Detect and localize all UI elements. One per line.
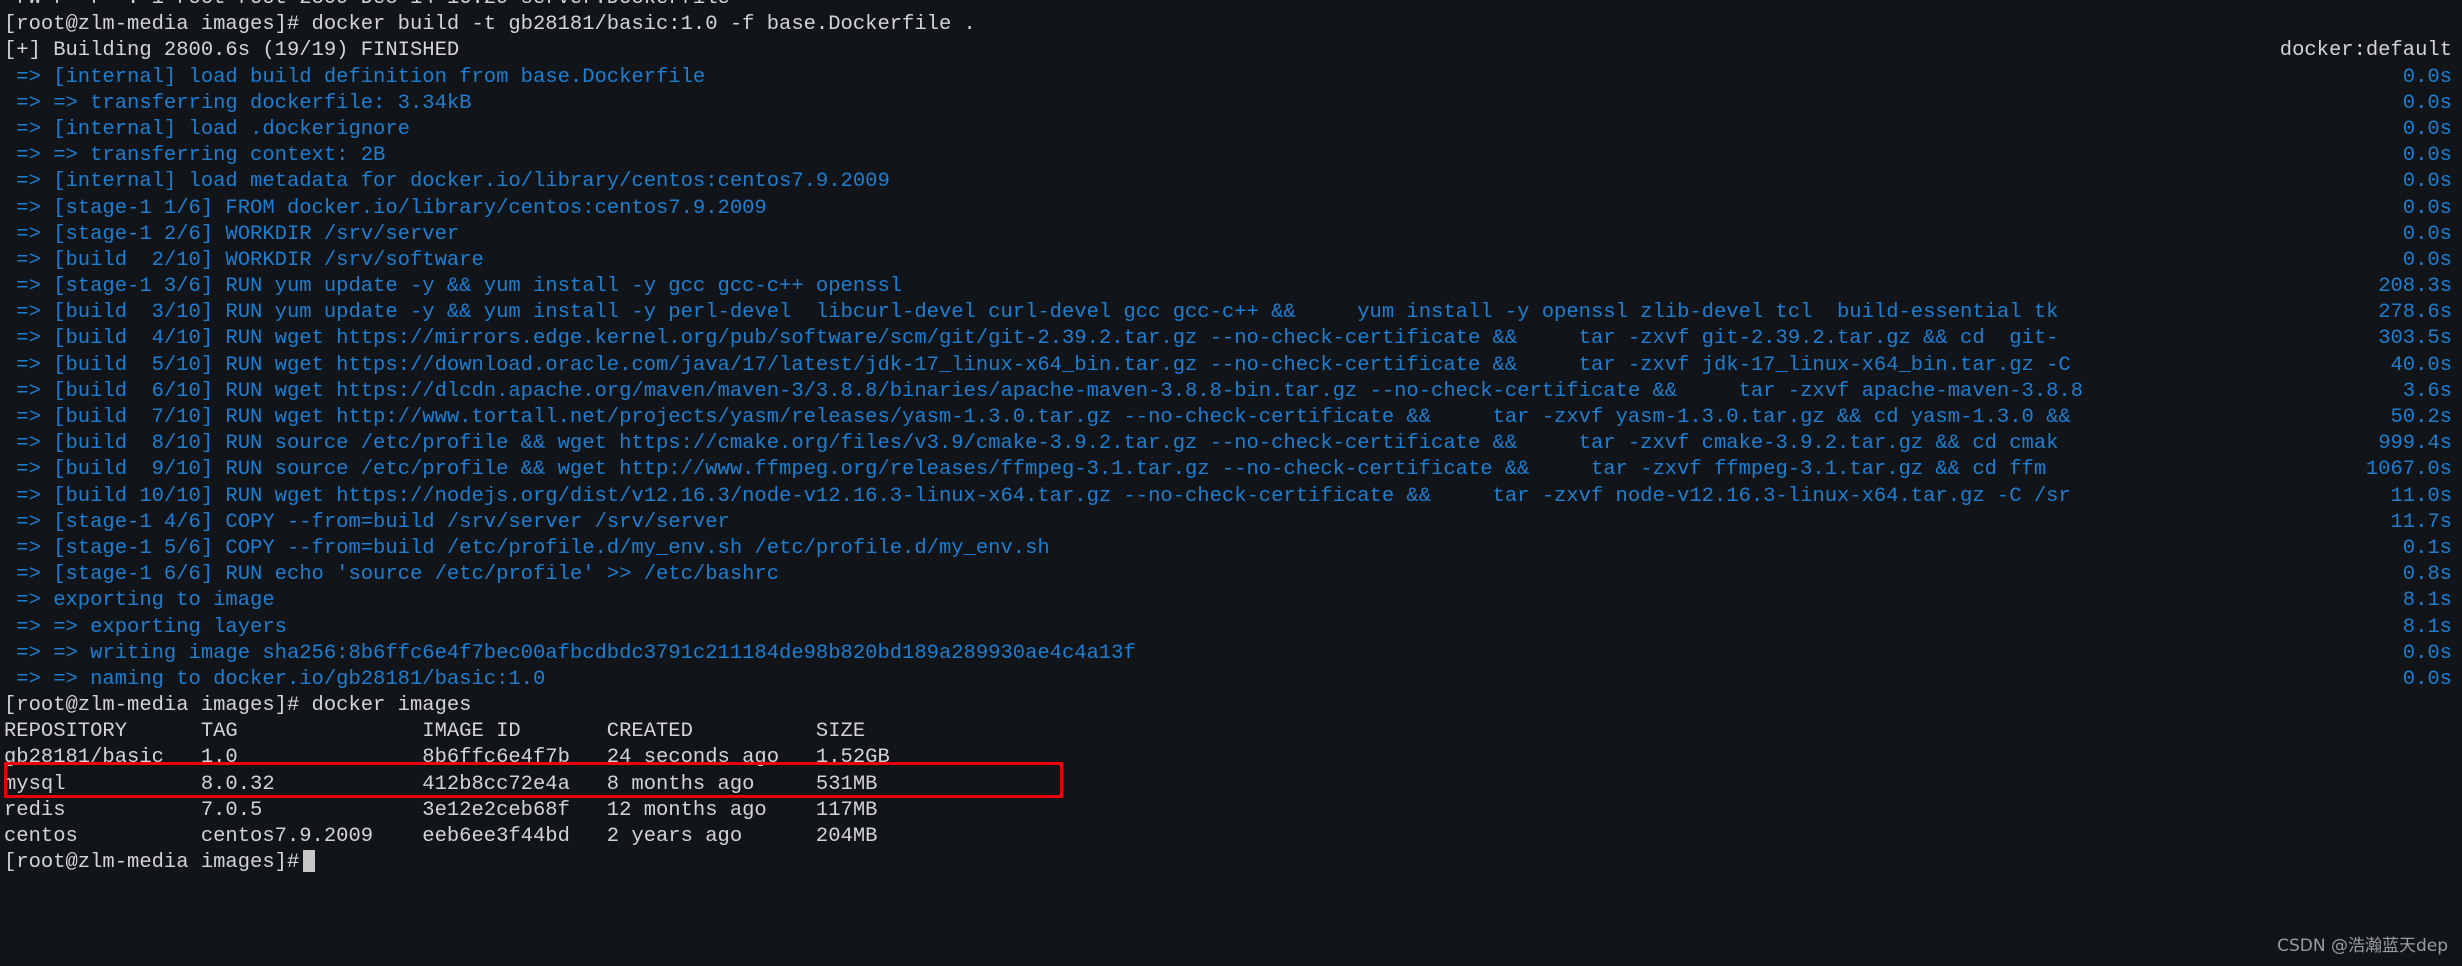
build-step-line: => [internal] load .dockerignore 0.0s — [4, 117, 2452, 143]
image-row: centos centos7.9.2009 eeb6ee3f44bd 2 yea… — [4, 824, 2452, 850]
build-step-line: => => naming to docker.io/gb28181/basic:… — [4, 667, 2452, 693]
image-row-text: centos centos7.9.2009 eeb6ee3f44bd 2 yea… — [4, 825, 878, 848]
builder-name: docker:default — [2279, 39, 2452, 63]
build-step-time: 50.2s — [2390, 406, 2452, 429]
build-step-time: 11.7s — [2390, 510, 2452, 534]
build-step-time: 0.8s — [2402, 563, 2452, 587]
build-step-text: => [stage-1 1/6] FROM docker.io/library/… — [4, 196, 767, 220]
build-step-line: => => exporting layers 8.1s — [4, 615, 2452, 641]
build-step-time: 3.6s — [2402, 379, 2452, 403]
build-step-time: 11.0s — [2390, 484, 2452, 508]
images-table-header: REPOSITORY TAG IMAGE ID CREATED SIZE — [4, 719, 2452, 745]
build-step-text: => [build 7/10] RUN wget http://www.tort… — [4, 406, 2071, 429]
build-step-time: 0.0s — [2402, 641, 2452, 665]
prompt-line[interactable]: [root@zlm-media images]# — [4, 850, 2452, 876]
build-step-time: 40.0s — [2390, 353, 2452, 377]
build-step-text: => exporting to image — [4, 589, 275, 613]
build-step-line: => [stage-1 1/6] FROM docker.io/library/… — [4, 196, 2452, 222]
images-command: [root@zlm-media images]# docker images — [4, 694, 472, 718]
build-step-line: => [internal] load metadata for docker.i… — [4, 169, 2452, 195]
build-step-line: => [build 7/10] RUN wget http://www.tort… — [4, 405, 2452, 431]
watermark: CSDN @浩瀚蓝天dep — [2277, 936, 2448, 956]
build-step-time: 0.0s — [2402, 144, 2452, 168]
build-step-line: => [build 2/10] WORKDIR /srv/software 0.0… — [4, 248, 2452, 274]
build-step-time: 0.0s — [2402, 667, 2452, 691]
highlight-box — [4, 762, 1063, 798]
build-step-time: 0.0s — [2402, 196, 2452, 220]
build-step-line: => [build 4/10] RUN wget https://mirrors… — [4, 326, 2452, 352]
build-step-text: => [build 5/10] RUN wget https://downloa… — [4, 353, 2071, 377]
build-step-time: 0.0s — [2402, 65, 2452, 89]
build-step-text: => [build 3/10] RUN yum update -y && yum… — [4, 301, 2059, 325]
build-step-text: => => naming to docker.io/gb28181/basic:… — [4, 667, 546, 691]
build-step-time: 0.1s — [2402, 536, 2452, 560]
build-step-text: => [internal] load .dockerignore — [4, 117, 410, 141]
build-steps: => [internal] load build definition from… — [4, 65, 2452, 694]
build-step-line: => [stage-1 5/6] COPY --from=build /etc/… — [4, 536, 2452, 562]
build-step-text: => [stage-1 2/6] WORKDIR /srv/server — [4, 222, 460, 246]
build-step-time: 999.4s — [2378, 432, 2452, 456]
build-step-line: => [stage-1 4/6] COPY --from=build /srv/… — [4, 510, 2452, 536]
build-step-time: 208.3s — [2378, 275, 2452, 299]
build-step-line: => [build 6/10] RUN wget https://dlcdn.a… — [4, 379, 2452, 405]
build-step-text: => => transferring dockerfile: 3.34kB — [4, 91, 472, 115]
build-step-text: => [build 2/10] WORKDIR /srv/software — [4, 248, 484, 272]
previous-output-text: -rw-r--r--. 1 root root 2309 Dec 14 16:2… — [4, 0, 730, 12]
build-step-time: 1067.0s — [2365, 458, 2452, 482]
build-step-text: => [internal] load metadata for docker.i… — [4, 170, 890, 194]
previous-output-line: -rw-r--r--. 1 root root 2309 Dec 14 16:2… — [4, 0, 2452, 12]
build-command-line: [root@zlm-media images]# docker build -t… — [4, 12, 2452, 38]
build-step-text: => [build 9/10] RUN source /etc/profile … — [4, 458, 2047, 482]
image-row: redis 7.0.5 3e12e2ceb68f 12 months ago 1… — [4, 798, 2452, 824]
build-step-line: => [stage-1 2/6] WORKDIR /srv/server 0.0s — [4, 222, 2452, 248]
build-step-time: 0.0s — [2402, 91, 2452, 115]
build-status-line: [+] Building 2800.6s (19/19) FINISHED do… — [4, 38, 2452, 64]
build-step-text: => [stage-1 5/6] COPY --from=build /etc/… — [4, 536, 1050, 560]
build-step-time: 8.1s — [2402, 589, 2452, 613]
build-step-line: => [build 10/10] RUN wget https://nodejs… — [4, 484, 2452, 510]
build-step-text: => [build 4/10] RUN wget https://mirrors… — [4, 327, 2059, 351]
build-step-time: 0.0s — [2402, 170, 2452, 194]
build-step-line: => [build 5/10] RUN wget https://downloa… — [4, 353, 2452, 379]
build-step-text: => [build 6/10] RUN wget https://dlcdn.a… — [4, 379, 2084, 403]
build-step-line: => exporting to image 8.1s — [4, 588, 2452, 614]
build-step-line: => => writing image sha256:8b6ffc6e4f7be… — [4, 641, 2452, 667]
build-command: [root@zlm-media images]# docker build -t… — [4, 13, 976, 37]
build-step-text: => [stage-1 4/6] COPY --from=build /srv/… — [4, 510, 730, 534]
build-step-time: 303.5s — [2378, 327, 2452, 351]
images-header-text: REPOSITORY TAG IMAGE ID CREATED SIZE — [4, 720, 866, 744]
build-step-text: => [stage-1 3/6] RUN yum update -y && yu… — [4, 275, 903, 299]
build-step-line: => [build 8/10] RUN source /etc/profile … — [4, 431, 2452, 457]
build-step-line: => [build 9/10] RUN source /etc/profile … — [4, 457, 2452, 483]
terminal-output: -rw-r--r--. 1 root root 2309 Dec 14 16:2… — [4, 0, 2452, 876]
build-step-line: => [internal] load build definition from… — [4, 65, 2452, 91]
build-step-line: => => transferring context: 2B 0.0s — [4, 143, 2452, 169]
build-step-time: 8.1s — [2402, 615, 2452, 639]
build-step-line: => [stage-1 3/6] RUN yum update -y && yu… — [4, 274, 2452, 300]
build-step-line: => [build 3/10] RUN yum update -y && yum… — [4, 300, 2452, 326]
build-step-line: => [stage-1 6/6] RUN echo 'source /etc/p… — [4, 562, 2452, 588]
build-step-text: => [stage-1 6/6] RUN echo 'source /etc/p… — [4, 563, 780, 587]
build-step-text: => => writing image sha256:8b6ffc6e4f7be… — [4, 641, 1136, 665]
build-step-text: => [internal] load build definition from… — [4, 65, 706, 89]
build-step-line: => => transferring dockerfile: 3.34kB 0.0… — [4, 91, 2452, 117]
image-row-text: redis 7.0.5 3e12e2ceb68f 12 months ago 1… — [4, 798, 878, 822]
build-step-text: => => transferring context: 2B — [4, 144, 386, 168]
build-status: [+] Building 2800.6s (19/19) FINISHED — [4, 39, 460, 63]
shell-prompt: [root@zlm-media images]# — [4, 851, 300, 875]
build-step-time: 278.6s — [2378, 301, 2452, 325]
build-step-time: 0.0s — [2402, 222, 2452, 246]
build-step-text: => [build 8/10] RUN source /etc/profile … — [4, 432, 2059, 456]
build-step-time: 0.0s — [2402, 248, 2452, 272]
text-cursor — [303, 850, 316, 873]
images-command-line: [root@zlm-media images]# docker images — [4, 693, 2452, 719]
build-step-text: => => exporting layers — [4, 615, 287, 639]
build-step-time: 0.0s — [2402, 117, 2452, 141]
build-step-text: => [build 10/10] RUN wget https://nodejs… — [4, 484, 2071, 508]
